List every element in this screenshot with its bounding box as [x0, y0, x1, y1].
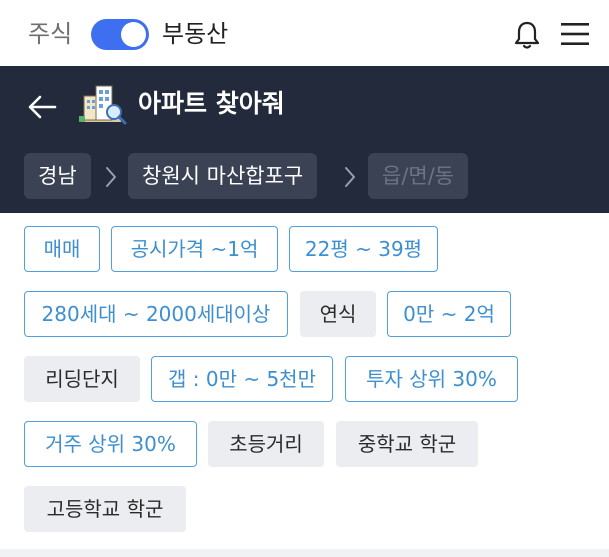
section-divider [0, 549, 609, 557]
back-arrow-icon[interactable] [27, 94, 57, 120]
filter-chip-size[interactable]: 22평 ~ 39평 [289, 226, 438, 272]
chevron-right-icon [106, 167, 116, 187]
breadcrumb-town[interactable]: 읍/면/동 [368, 153, 469, 199]
filter-chip-leading-complex[interactable]: 리딩단지 [24, 356, 140, 402]
apartment-search-icon [79, 85, 127, 125]
chevron-right-icon [345, 167, 355, 187]
mode-toggle[interactable] [91, 19, 149, 50]
mode-label-realestate[interactable]: 부동산 [162, 18, 228, 50]
page-header: 아파트 찾아줘 경남 창원시 마산합포구 읍/면/동 [0, 66, 609, 213]
filter-chip-elementary-distance[interactable]: 초등거리 [208, 421, 324, 467]
filter-chip-age-range[interactable]: 0만 ~ 2억 [387, 291, 511, 337]
breadcrumb-city[interactable]: 창원시 마산합포구 [128, 153, 318, 199]
filter-chip-households[interactable]: 280세대 ~ 2000세대이상 [24, 291, 288, 337]
filter-chip-investment-top[interactable]: 투자 상위 30% [345, 356, 518, 402]
filter-chip-middle-school[interactable]: 중학교 학군 [336, 421, 478, 467]
page-title: 아파트 찾아줘 [138, 89, 285, 118]
filter-chip-residence-top[interactable]: 거주 상위 30% [24, 421, 197, 467]
filter-chip-gap[interactable]: 갭 : 0만 ~ 5천만 [151, 356, 333, 402]
filter-chip-high-school[interactable]: 고등학교 학군 [24, 486, 186, 532]
breadcrumb-province[interactable]: 경남 [24, 153, 91, 199]
top-bar: 주식 부동산 [0, 0, 609, 66]
filter-chip-price[interactable]: 공시가격 ~1억 [111, 226, 278, 272]
toggle-knob [121, 22, 146, 47]
filter-chip-age[interactable]: 연식 [300, 291, 376, 337]
hamburger-menu-icon[interactable] [561, 22, 589, 46]
mode-label-stock[interactable]: 주식 [28, 18, 72, 50]
filter-chip-trade[interactable]: 매매 [24, 226, 100, 272]
bell-icon[interactable] [513, 20, 541, 50]
